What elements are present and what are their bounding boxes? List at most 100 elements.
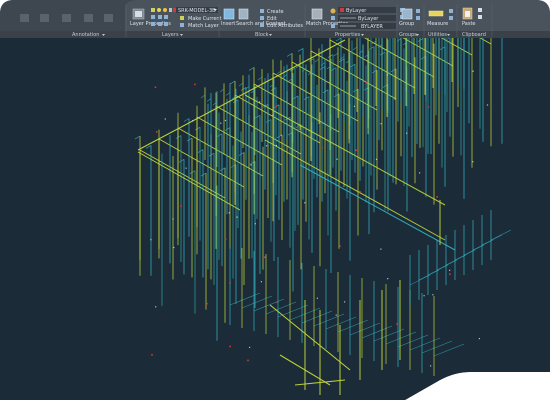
edit-attributes-button[interactable]: Edit Attributes <box>260 23 303 29</box>
layer-tool-icon[interactable] <box>158 15 162 19</box>
panel-title-groups[interactable]: Groups <box>399 32 417 38</box>
panel-title-clipboard[interactable]: Clipboard <box>462 32 486 38</box>
valve-marker <box>427 106 430 108</box>
cut-icon[interactable] <box>478 15 482 19</box>
panel-title-annotation[interactable]: Annotation <box>72 32 99 38</box>
sun-icon[interactable] <box>163 8 167 12</box>
valve-marker <box>366 82 368 84</box>
valve-marker <box>321 146 324 149</box>
valve-marker <box>276 301 279 303</box>
annotation-tool-icon[interactable] <box>84 14 93 22</box>
panel-title-utilities[interactable]: Utilities <box>428 32 447 38</box>
panel-title-properties[interactable]: Properties <box>335 32 361 38</box>
fitting-marker <box>259 101 261 103</box>
fitting-marker <box>272 114 274 116</box>
fitting-marker <box>380 248 382 250</box>
layer-tool-icon[interactable] <box>151 8 155 12</box>
fitting-marker <box>419 172 421 174</box>
edit-attributes-icon <box>260 23 264 27</box>
fitting-marker <box>275 144 277 147</box>
fitting-marker <box>250 164 252 166</box>
insert-label: Insert <box>221 21 235 27</box>
linetype-dropdown[interactable]: ByLayer <box>331 15 396 22</box>
valve-marker <box>355 149 358 152</box>
valve-marker <box>151 354 153 356</box>
fitting-marker <box>224 119 227 122</box>
layer-tool-icon[interactable] <box>158 22 162 26</box>
fitting-marker <box>336 158 338 160</box>
lightbulb-icon[interactable] <box>157 8 161 12</box>
fitting-marker <box>192 120 194 122</box>
fitting-marker <box>236 216 238 218</box>
fitting-marker <box>304 202 306 204</box>
valve-marker <box>156 131 158 133</box>
measure-label: Measure <box>427 21 448 27</box>
group-tool-icon[interactable] <box>416 9 420 13</box>
fitting-marker <box>472 70 474 72</box>
valve-marker <box>206 302 208 305</box>
valve-marker <box>224 238 227 240</box>
layer-dropdown[interactable]: SRK-MODEL-3D <box>176 7 218 14</box>
edit-block-icon <box>260 16 264 20</box>
utility-tool-icon[interactable] <box>449 16 453 20</box>
annotation-tool-icon[interactable] <box>40 14 49 22</box>
fitting-marker <box>254 223 256 225</box>
valve-marker <box>436 196 438 198</box>
valve-marker <box>275 105 278 107</box>
fitting-marker <box>164 118 166 120</box>
match-layer-label: Match Layer <box>188 23 220 29</box>
annotation-tool-icon[interactable] <box>20 14 29 22</box>
layer-tool-icon[interactable] <box>164 22 168 26</box>
fitting-marker <box>486 104 489 106</box>
edit-attributes-label: Edit Attributes <box>267 23 303 29</box>
group-tool-icon[interactable] <box>416 16 420 20</box>
fitting-marker <box>172 218 174 220</box>
paste-clipboard-sheet <box>465 11 470 17</box>
valve-marker <box>449 273 451 275</box>
fitting-marker <box>150 239 152 241</box>
drawing-canvas[interactable] <box>0 0 550 400</box>
lock-icon[interactable] <box>169 8 172 12</box>
create-block-icon <box>260 9 264 13</box>
utility-tool-icon[interactable] <box>449 9 453 13</box>
fitting-marker <box>423 295 425 297</box>
insert-block-icon <box>223 8 235 20</box>
match-properties-icon <box>311 8 323 20</box>
fitting-marker <box>406 132 408 134</box>
fitting-marker <box>155 306 157 308</box>
fitting-marker <box>387 278 389 280</box>
layer-tool-icon[interactable] <box>151 15 155 19</box>
fitting-marker <box>266 145 268 147</box>
copy-icon[interactable] <box>478 8 482 12</box>
panel-title-layers[interactable]: Layers <box>162 32 179 38</box>
layer-tool-icon[interactable] <box>151 22 155 26</box>
valve-marker <box>194 83 196 86</box>
annotation-tool-icon[interactable] <box>104 14 113 22</box>
fitting-marker <box>228 212 230 214</box>
layer-tool-icon[interactable] <box>164 15 168 19</box>
paste-label: Paste <box>462 21 476 27</box>
search-content-icon <box>238 8 249 20</box>
valve-marker <box>247 359 249 362</box>
fitting-marker <box>335 314 337 316</box>
lineweight-icon <box>331 24 335 28</box>
app-window: Layer Properties SRK-MODEL-3D Make Curre… <box>0 0 550 400</box>
valve-marker <box>359 191 361 193</box>
color-swatch <box>340 8 344 12</box>
fitting-marker <box>353 105 355 107</box>
fitting-marker <box>386 74 388 76</box>
valve-marker <box>396 323 398 325</box>
lineweight-dropdown[interactable]: BYLAYER <box>331 23 396 30</box>
canvas-background[interactable] <box>0 38 550 400</box>
fitting-marker <box>375 158 378 160</box>
color-dropdown[interactable]: ByLayer <box>330 7 397 14</box>
fitting-marker <box>478 338 480 340</box>
panel-title-block[interactable]: Block <box>255 32 269 38</box>
linetype-dropdown-value: ByLayer <box>358 16 379 22</box>
fitting-marker <box>380 123 382 125</box>
annotation-tool-icon[interactable] <box>62 14 71 22</box>
make-current-label: Make Current <box>188 16 222 22</box>
fitting-marker <box>185 167 187 169</box>
block-create-label: Create <box>267 9 284 15</box>
make-current-icon <box>180 16 184 20</box>
